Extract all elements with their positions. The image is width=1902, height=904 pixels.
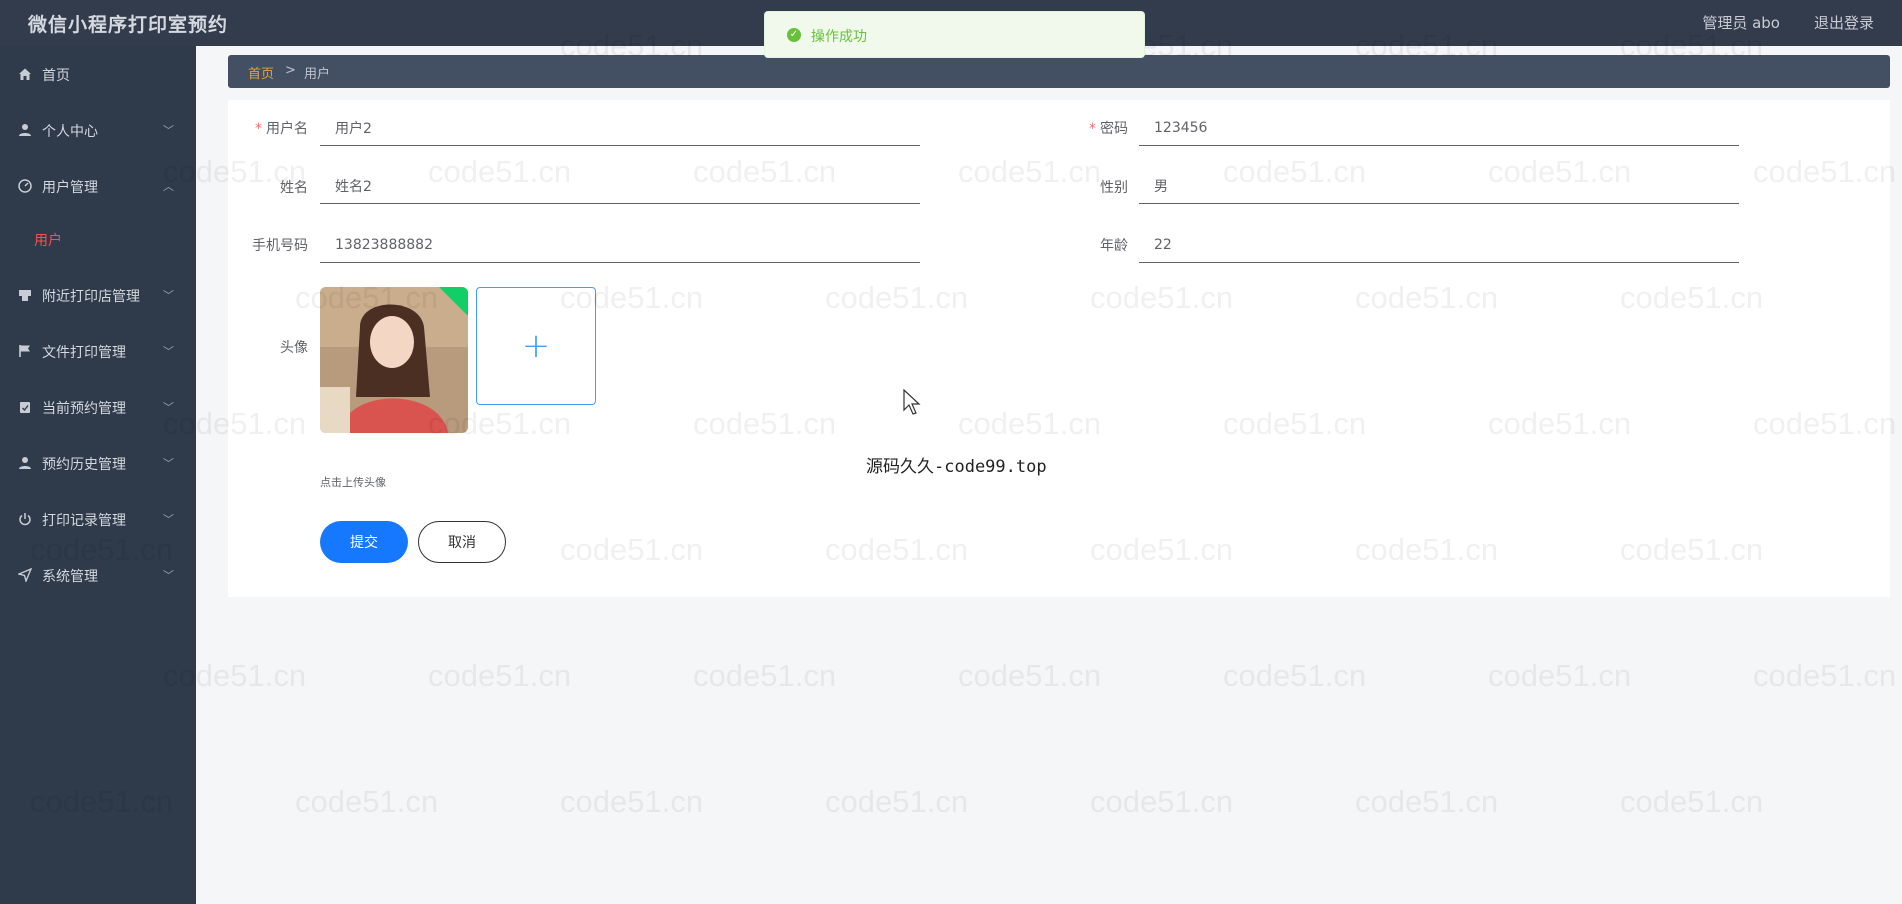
- breadcrumb-home[interactable]: 首页: [248, 63, 274, 82]
- sidebar-item-print-shop-management[interactable]: 附近打印店管理 ﹀: [0, 275, 196, 315]
- breadcrumb-separator: >: [285, 63, 296, 78]
- toast-message: 操作成功: [811, 29, 867, 45]
- flag-icon: [19, 345, 30, 357]
- sidebar-item-label: 文件打印管理: [42, 345, 126, 361]
- sidebar-item-print-records[interactable]: 打印记录管理 ﹀: [0, 499, 196, 539]
- watermark: code51.cn: [428, 658, 572, 693]
- home-icon: [19, 68, 31, 80]
- sidebar-item-label: 个人中心: [42, 124, 98, 140]
- gender-select[interactable]: [1139, 168, 1739, 204]
- watermark: code51.cn: [1488, 658, 1632, 693]
- chevron-down-icon: ﹀: [163, 345, 174, 358]
- sidebar-item-reservation-history[interactable]: 预约历史管理 ﹀: [0, 443, 196, 483]
- sidebar-item-label: 用户管理: [42, 180, 98, 196]
- avatar-photo: [320, 287, 468, 433]
- watermark: code51.cn: [1090, 784, 1234, 819]
- avatar-image[interactable]: ✓: [320, 287, 468, 433]
- watermark: code51.cn: [693, 658, 837, 693]
- sidebar-item-system-management[interactable]: 系统管理 ﹀: [0, 555, 196, 595]
- name-label: 姓名: [280, 180, 308, 196]
- chevron-down-icon: ﹀: [163, 457, 174, 470]
- watermark: code51.cn: [825, 784, 969, 819]
- username-label: * 用户名: [218, 118, 308, 138]
- sidebar-item-label: 附近打印店管理: [42, 289, 140, 305]
- chevron-down-icon: ﹀: [163, 124, 174, 137]
- avatar-label: 头像: [280, 340, 308, 356]
- watermark: code51.cn: [295, 784, 439, 819]
- password-label: * 密码: [1038, 118, 1128, 138]
- required-marker: *: [255, 121, 262, 137]
- breadcrumb-current: 用户: [304, 67, 331, 82]
- success-check-icon: ✓: [787, 28, 801, 42]
- sidebar-item-label: 系统管理: [42, 569, 98, 585]
- sidebar-item-current-reservation[interactable]: 当前预约管理 ﹀: [0, 387, 196, 427]
- avatar-upload-button[interactable]: +: [476, 287, 596, 405]
- breadcrumb: 首页 > 用户: [228, 55, 1890, 88]
- chevron-down-icon: ﹀: [163, 513, 174, 526]
- chevron-down-icon: ﹀: [163, 569, 174, 582]
- mouse-cursor-icon: [903, 389, 921, 415]
- success-toast: ✓ 操作成功: [764, 11, 1145, 58]
- sidebar-item-label: 预约历史管理: [42, 457, 126, 473]
- sidebar-item-label: 当前预约管理: [42, 401, 126, 417]
- sidebar-item-personal-center[interactable]: 个人中心 ﹀: [0, 110, 196, 150]
- cancel-button[interactable]: 取消: [418, 521, 506, 563]
- gauge-icon: [18, 179, 32, 193]
- plus-icon: +: [521, 326, 551, 366]
- username-label-text: 用户名: [266, 121, 308, 137]
- power-icon: [19, 513, 31, 526]
- age-input[interactable]: [1139, 227, 1739, 263]
- username-input[interactable]: [320, 110, 920, 146]
- chevron-up-icon: ︿: [163, 180, 174, 193]
- gender-label: 性别: [1100, 180, 1128, 196]
- name-input[interactable]: [320, 168, 920, 204]
- user-icon: [19, 457, 31, 469]
- sidebar-subitem-user[interactable]: 用户: [0, 219, 196, 259]
- required-marker: *: [1089, 121, 1096, 137]
- chevron-down-icon: ﹀: [163, 401, 174, 414]
- watermark: code51.cn: [560, 784, 704, 819]
- admin-label: 管理员 abo: [1702, 14, 1780, 32]
- check-icon: ✓: [466, 291, 468, 307]
- avatar-upload-hint: 点击上传头像: [320, 476, 386, 489]
- sidebar-item-label: 首页: [42, 68, 70, 84]
- watermark: code51.cn: [958, 658, 1102, 693]
- printer-icon: [19, 290, 31, 301]
- sidebar-item-file-print-management[interactable]: 文件打印管理 ﹀: [0, 331, 196, 371]
- watermark: code51.cn: [1355, 784, 1499, 819]
- sidebar-item-home[interactable]: 首页: [0, 54, 196, 94]
- chevron-down-icon: ﹀: [163, 289, 174, 302]
- sidebar-item-user-management[interactable]: 用户管理 ︿: [0, 166, 196, 206]
- password-input[interactable]: [1139, 110, 1739, 146]
- sidebar: 首页 个人中心 ﹀ 用户管理 ︿ 用户 附近打印店管理 ﹀ 文件打印管理 ﹀ 当…: [0, 46, 196, 904]
- watermark: code51.cn: [1223, 658, 1367, 693]
- app-title: 微信小程序打印室预约: [28, 14, 229, 36]
- sidebar-subitem-label: 用户: [34, 233, 62, 249]
- password-label-text: 密码: [1100, 121, 1128, 137]
- logout-link[interactable]: 退出登录: [1814, 12, 1874, 33]
- user-icon: [19, 124, 31, 136]
- submit-button[interactable]: 提交: [320, 521, 408, 563]
- watermark: code51.cn: [1753, 658, 1897, 693]
- overlay-watermark-text: 源码久久-code99.top: [866, 457, 1047, 477]
- sidebar-item-label: 打印记录管理: [42, 513, 126, 529]
- age-label: 年龄: [1100, 238, 1128, 254]
- phone-input[interactable]: [320, 227, 920, 263]
- clipboard-icon: [20, 402, 30, 413]
- watermark: code51.cn: [1620, 784, 1764, 819]
- send-icon: [18, 568, 32, 582]
- phone-label: 手机号码: [252, 238, 308, 254]
